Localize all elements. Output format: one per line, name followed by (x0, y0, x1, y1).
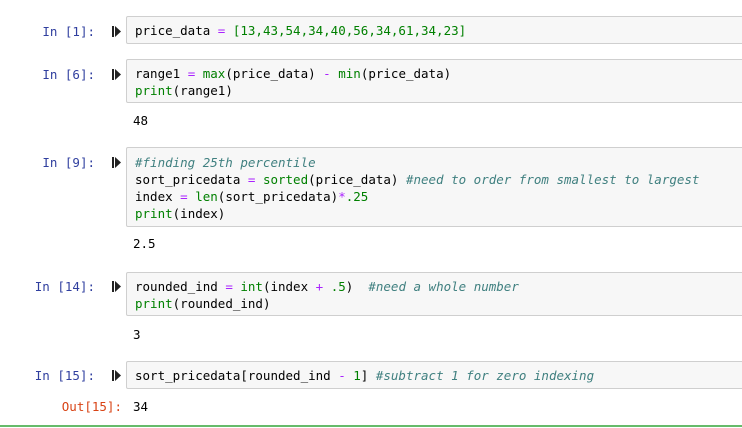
run-cell-icon[interactable] (112, 281, 121, 292)
code-token: ) (345, 279, 369, 294)
in-prompt: In [15]: (34, 368, 95, 383)
code-token: print (135, 206, 173, 221)
in-prompt: In [14]: (34, 279, 95, 294)
code-token: len (195, 189, 218, 204)
in-prompt: In [1]: (42, 24, 95, 39)
code-token: 1 (353, 368, 361, 383)
code-token: print (135, 296, 173, 311)
code-token: (price_data) (360, 66, 452, 81)
code-token: sort_pricedata[rounded_ind (135, 368, 339, 383)
in-prompt: In [6]: (42, 67, 95, 82)
code-token: price_data (135, 23, 218, 38)
code-token: (price_data) (308, 172, 406, 187)
code-token: .5 (330, 279, 346, 294)
code-token: = (225, 279, 233, 294)
run-cell-icon[interactable] (112, 26, 121, 37)
cell-output: 3 (133, 327, 141, 342)
code-token: min (338, 66, 361, 81)
code-token: (price_data) (225, 66, 324, 81)
cell-output: 34 (133, 399, 149, 414)
code-token: ] (360, 368, 376, 383)
code-token: - (323, 66, 331, 81)
code-token: index (135, 189, 181, 204)
code-input[interactable]: #finding 25th percentile sort_pricedata … (126, 147, 742, 227)
run-cell-icon[interactable] (112, 370, 121, 381)
code-token: max (202, 66, 226, 81)
code-token: range1 (135, 66, 188, 81)
code-token: #subtract 1 for zero indexing (375, 368, 595, 383)
code-token: print (135, 83, 173, 98)
code-token: (rounded_ind) (172, 296, 271, 311)
code-token: sort_pricedata (135, 172, 248, 187)
code-input[interactable]: sort_pricedata[rounded_ind - 1] #subtrac… (126, 361, 742, 389)
code-token: (range1) (172, 83, 233, 98)
in-prompt: In [9]: (42, 155, 95, 170)
cell-output: 48 (133, 113, 149, 128)
code-token: int (240, 279, 263, 294)
code-input[interactable]: rounded_ind = int(index + .5) #need a wh… (126, 272, 742, 316)
cell-output: 2.5 (133, 236, 156, 251)
code-token: - (338, 368, 346, 383)
code-token: = (180, 189, 188, 204)
code-token: #finding 25th percentile (135, 155, 316, 170)
code-input[interactable]: price_data = [13,43,54,34,40,56,34,61,34… (126, 16, 742, 44)
out-prompt: Out[15]: (61, 399, 122, 414)
code-token: sorted (262, 172, 309, 187)
code-token: (sort_pricedata) (217, 189, 339, 204)
code-line: price_data = [13,43,54,34,40,56,34,61,34… (135, 22, 466, 39)
run-cell-icon[interactable] (112, 157, 121, 168)
code-line: range1 = max(price_data) - min(price_dat… (135, 65, 451, 82)
code-token: .25 (345, 189, 369, 204)
code-line: #finding 25th percentile (135, 154, 316, 171)
cell-selection-border (0, 425, 742, 427)
code-line: print(index) (135, 205, 225, 222)
code-token: #need to order from smallest to largest (405, 172, 700, 187)
code-line: rounded_ind = int(index + .5) #need a wh… (135, 278, 519, 295)
code-input[interactable]: range1 = max(price_data) - min(price_dat… (126, 59, 742, 103)
code-token: [13,43,54,34,40,56,34,61,34,23] (225, 23, 467, 38)
code-token: (index) (172, 206, 226, 221)
code-line: sort_pricedata[rounded_ind - 1] #subtrac… (135, 367, 594, 384)
code-line: print(range1) (135, 82, 233, 99)
code-token: rounded_ind (135, 279, 226, 294)
code-line: print(rounded_ind) (135, 295, 270, 312)
code-token: #need a whole number (368, 279, 519, 294)
code-line: sort_pricedata = sorted(price_data) #nee… (135, 171, 699, 188)
code-token: * (338, 189, 346, 204)
run-cell-icon[interactable] (112, 69, 121, 80)
code-token: (index (262, 279, 316, 294)
code-line: index = len(sort_pricedata)*.25 (135, 188, 368, 205)
